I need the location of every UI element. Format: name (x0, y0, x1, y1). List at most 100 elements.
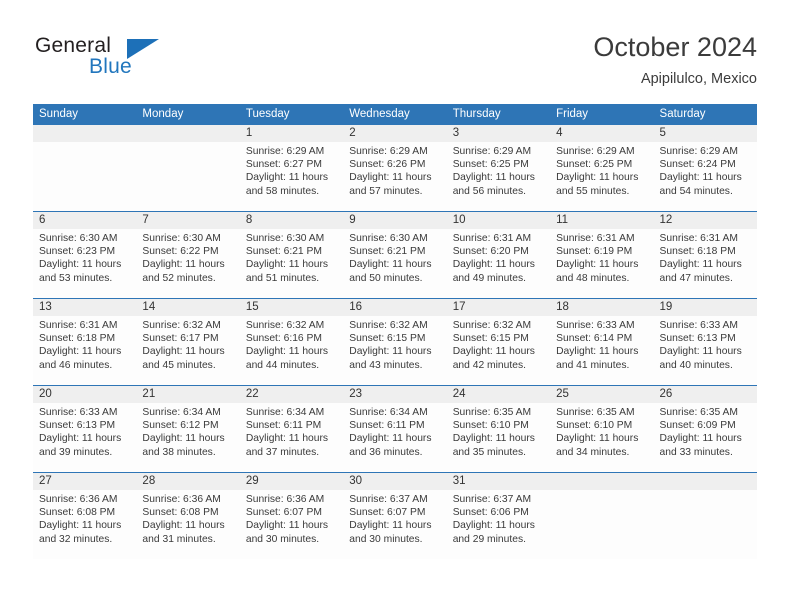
day-cell[interactable]: 16 Sunrise: 6:32 AM Sunset: 6:15 PM Dayligh… (343, 299, 447, 385)
sunset-text: Sunset: 6:23 PM (39, 246, 116, 258)
day-number: 4 (550, 125, 654, 142)
day-cell[interactable]: 13 Sunrise: 6:31 AM Sunset: 6:18 PM Dayligh… (33, 299, 137, 385)
day-details: Sunrise: 6:29 AM Sunset: 6:25 PM Daylight:… (550, 142, 653, 198)
calendar-weeks: 1 Sunrise: 6:29 AM Sunset: 6:27 PM Daylight… (33, 125, 757, 559)
day-cell[interactable]: 2 Sunrise: 6:29 AM Sunset: 6:26 PM Daylight… (343, 125, 447, 211)
daylight-text: Daylight: 11 hours and 41 minutes. (556, 346, 639, 371)
day-number: 6 (33, 212, 137, 229)
day-details: Sunrise: 6:35 AM Sunset: 6:10 PM Daylight:… (550, 403, 653, 459)
day-number: 8 (239, 212, 344, 229)
sunset-text: Sunset: 6:16 PM (245, 333, 322, 345)
sunset-text: Sunset: 6:11 PM (245, 420, 322, 432)
day-cell[interactable]: 22 Sunrise: 6:34 AM Sunset: 6:11 PM Dayligh… (239, 386, 344, 472)
day-cell[interactable]: 27 Sunrise: 6:36 AM Sunset: 6:08 PM Dayligh… (33, 473, 137, 559)
sunset-text: Sunset: 6:09 PM (659, 420, 736, 432)
day-cell[interactable]: 15 Sunrise: 6:32 AM Sunset: 6:16 PM Dayligh… (239, 299, 344, 385)
daylight-text: Daylight: 11 hours and 56 minutes. (452, 172, 535, 197)
day-cell[interactable]: 21 Sunrise: 6:34 AM Sunset: 6:12 PM Dayligh… (136, 386, 240, 472)
sunrise-text: Sunrise: 6:30 AM (349, 233, 428, 244)
daylight-text: Daylight: 11 hours and 35 minutes. (452, 433, 535, 458)
daylight-text: Daylight: 11 hours and 45 minutes. (142, 346, 225, 371)
daylight-text: Daylight: 11 hours and 50 minutes. (349, 259, 432, 284)
day-cell[interactable]: 23 Sunrise: 6:34 AM Sunset: 6:11 PM Dayligh… (343, 386, 447, 472)
day-cell[interactable]: 18 Sunrise: 6:33 AM Sunset: 6:14 PM Dayligh… (550, 299, 654, 385)
sunrise-text: Sunrise: 6:29 AM (245, 146, 325, 157)
sunset-text: Sunset: 6:25 PM (556, 159, 633, 171)
general-blue-logo[interactable]: General Blue (35, 34, 225, 90)
sunrise-text: Sunrise: 6:36 AM (39, 494, 118, 505)
day-cell[interactable]: 14 Sunrise: 6:32 AM Sunset: 6:17 PM Dayligh… (136, 299, 240, 385)
daylight-text: Daylight: 11 hours and 57 minutes. (349, 172, 432, 197)
daylight-text: Daylight: 11 hours and 37 minutes. (245, 433, 329, 458)
sunset-text: Sunset: 6:13 PM (39, 420, 116, 432)
day-cell[interactable]: 28 Sunrise: 6:36 AM Sunset: 6:08 PM Dayligh… (136, 473, 240, 559)
day-details: Sunrise: 6:30 AM Sunset: 6:21 PM Daylight:… (343, 229, 446, 285)
sunset-text: Sunset: 6:18 PM (659, 246, 736, 258)
sunrise-text: Sunrise: 6:31 AM (39, 320, 118, 331)
day-cell[interactable]: 11 Sunrise: 6:31 AM Sunset: 6:19 PM Dayligh… (550, 212, 654, 298)
day-details: Sunrise: 6:32 AM Sunset: 6:16 PM Daylight:… (240, 316, 343, 372)
logo-text-blue: Blue (89, 55, 132, 78)
day-details: Sunrise: 6:31 AM Sunset: 6:18 PM Daylight:… (654, 229, 757, 285)
sunset-text: Sunset: 6:21 PM (245, 246, 322, 258)
day-details: Sunrise: 6:32 AM Sunset: 6:15 PM Daylight:… (343, 316, 446, 372)
day-cell[interactable]: 8 Sunrise: 6:30 AM Sunset: 6:21 PM Daylight… (239, 212, 344, 298)
day-number (653, 473, 757, 490)
sunrise-text: Sunrise: 6:30 AM (39, 233, 118, 244)
calendar-grid: Sunday Monday Tuesday Wednesday Thursday… (33, 104, 757, 559)
day-number: 24 (446, 386, 551, 403)
day-cell[interactable]: 17 Sunrise: 6:32 AM Sunset: 6:15 PM Dayligh… (446, 299, 551, 385)
sunrise-text: Sunrise: 6:37 AM (349, 494, 428, 505)
day-cell[interactable]: 19 Sunrise: 6:33 AM Sunset: 6:13 PM Dayligh… (653, 299, 757, 385)
weekday-friday: Friday (556, 108, 589, 120)
sunset-text: Sunset: 6:11 PM (349, 420, 425, 432)
day-number: 13 (33, 299, 137, 316)
sunset-text: Sunset: 6:08 PM (142, 507, 219, 519)
daylight-text: Daylight: 11 hours and 40 minutes. (659, 346, 742, 371)
day-cell[interactable]: 3 Sunrise: 6:29 AM Sunset: 6:25 PM Daylight… (446, 125, 551, 211)
day-number: 23 (343, 386, 447, 403)
day-cell[interactable]: 10 Sunrise: 6:31 AM Sunset: 6:20 PM Dayligh… (446, 212, 551, 298)
day-cell[interactable]: 4 Sunrise: 6:29 AM Sunset: 6:25 PM Daylight… (550, 125, 654, 211)
sunrise-text: Sunrise: 6:34 AM (142, 407, 221, 418)
day-details: Sunrise: 6:31 AM Sunset: 6:19 PM Daylight:… (550, 229, 653, 285)
daylight-text: Daylight: 11 hours and 32 minutes. (39, 520, 122, 545)
day-cell[interactable]: 25 Sunrise: 6:35 AM Sunset: 6:10 PM Dayligh… (550, 386, 654, 472)
day-cell[interactable]: 1 Sunrise: 6:29 AM Sunset: 6:27 PM Daylight… (239, 125, 344, 211)
daylight-text: Daylight: 11 hours and 34 minutes. (556, 433, 639, 458)
sunrise-text: Sunrise: 6:29 AM (556, 146, 635, 157)
day-cell[interactable]: 7 Sunrise: 6:30 AM Sunset: 6:22 PM Daylight… (136, 212, 240, 298)
sunrise-text: Sunrise: 6:30 AM (245, 233, 325, 244)
day-number: 14 (136, 299, 240, 316)
day-cell[interactable]: 20 Sunrise: 6:33 AM Sunset: 6:13 PM Dayligh… (33, 386, 137, 472)
title-block: October 2024 Apipilulco, Mexico (593, 30, 757, 90)
day-cell[interactable]: 5 Sunrise: 6:29 AM Sunset: 6:24 PM Daylight… (653, 125, 757, 211)
calendar-week-row: 6 Sunrise: 6:30 AM Sunset: 6:23 PM Daylight… (33, 211, 757, 298)
day-details: Sunrise: 6:34 AM Sunset: 6:11 PM Daylight:… (343, 403, 446, 459)
sunrise-text: Sunrise: 6:32 AM (349, 320, 428, 331)
sunrise-text: Sunrise: 6:33 AM (556, 320, 635, 331)
day-cell[interactable]: 12 Sunrise: 6:31 AM Sunset: 6:18 PM Dayligh… (653, 212, 757, 298)
day-cell[interactable]: 26 Sunrise: 6:35 AM Sunset: 6:09 PM Dayligh… (653, 386, 757, 472)
day-number (136, 125, 240, 142)
daylight-text: Daylight: 11 hours and 38 minutes. (142, 433, 225, 458)
weekday-saturday: Saturday (659, 108, 706, 120)
sunrise-text: Sunrise: 6:32 AM (452, 320, 532, 331)
weekday-monday: Monday (142, 108, 184, 120)
day-details: Sunrise: 6:29 AM Sunset: 6:27 PM Daylight:… (240, 142, 343, 198)
day-cell[interactable]: 9 Sunrise: 6:30 AM Sunset: 6:21 PM Daylight… (343, 212, 447, 298)
day-details: Sunrise: 6:35 AM Sunset: 6:10 PM Daylight:… (447, 403, 550, 459)
day-cell[interactable]: 31 Sunrise: 6:37 AM Sunset: 6:06 PM Dayligh… (446, 473, 551, 559)
day-number: 2 (343, 125, 447, 142)
day-details: Sunrise: 6:37 AM Sunset: 6:06 PM Daylight:… (447, 490, 550, 546)
day-cell[interactable]: 6 Sunrise: 6:30 AM Sunset: 6:23 PM Daylight… (33, 212, 137, 298)
day-cell[interactable]: 30 Sunrise: 6:37 AM Sunset: 6:07 PM Dayligh… (343, 473, 447, 559)
sunset-text: Sunset: 6:22 PM (142, 246, 219, 258)
day-cell[interactable]: 29 Sunrise: 6:36 AM Sunset: 6:07 PM Dayligh… (239, 473, 344, 559)
sunrise-text: Sunrise: 6:35 AM (452, 407, 532, 418)
daylight-text: Daylight: 11 hours and 55 minutes. (556, 172, 639, 197)
sunset-text: Sunset: 6:12 PM (142, 420, 219, 432)
sunset-text: Sunset: 6:24 PM (659, 159, 736, 171)
day-cell[interactable]: 24 Sunrise: 6:35 AM Sunset: 6:10 PM Dayligh… (446, 386, 551, 472)
daylight-text: Daylight: 11 hours and 54 minutes. (659, 172, 742, 197)
